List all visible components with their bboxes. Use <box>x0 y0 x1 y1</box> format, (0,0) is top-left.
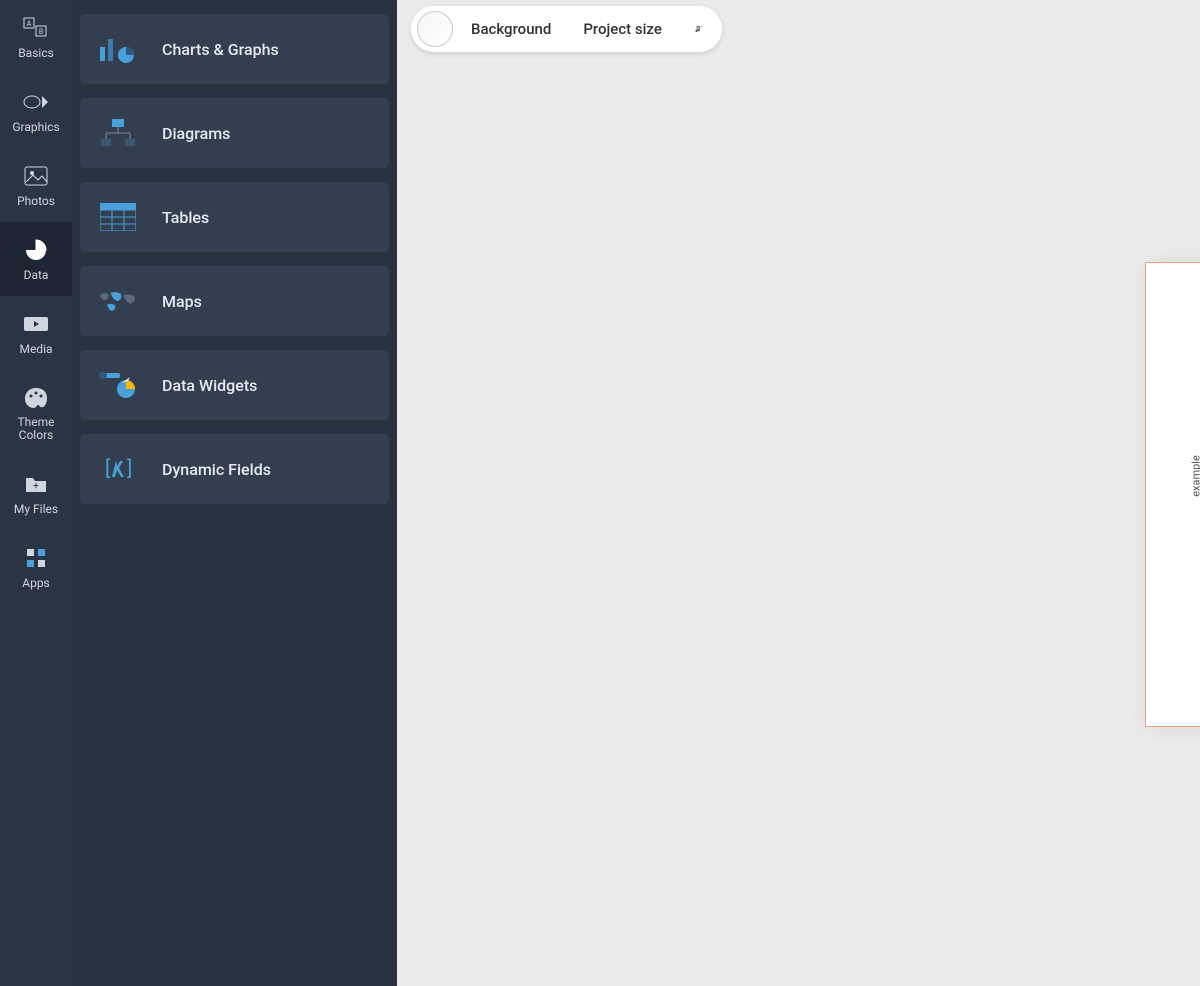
nav-my-files[interactable]: + My Files <box>0 456 72 530</box>
panel-data-widgets[interactable]: Data Widgets <box>80 350 389 420</box>
nav-graphics[interactable]: Graphics <box>0 74 72 148</box>
chart-artboard[interactable]: Test Test example 30 20 10 0 10%10%30% S… <box>1145 262 1200 727</box>
panel-label: Diagrams <box>162 124 230 143</box>
data-icon <box>22 236 50 264</box>
dynamic-icon: [] <box>98 449 138 489</box>
canvas[interactable]: Background Project size + Test Test exam… <box>397 0 1200 986</box>
primary-nav: AB Basics Graphics Photos Data Media The… <box>0 0 72 986</box>
background-color-swatch[interactable] <box>417 11 453 47</box>
svg-text:+: + <box>33 481 39 492</box>
svg-text:A: A <box>27 20 32 28</box>
nav-label: Photos <box>17 194 55 208</box>
map-icon <box>98 281 138 321</box>
svg-text:]: ] <box>127 456 132 480</box>
panel-label: Maps <box>162 292 202 311</box>
photos-icon <box>22 162 50 190</box>
nav-label: Basics <box>18 46 54 60</box>
panel-diagrams[interactable]: Diagrams <box>80 98 389 168</box>
panel-tables[interactable]: Tables <box>80 182 389 252</box>
nav-label: Apps <box>22 576 50 590</box>
chart-icon <box>98 29 138 69</box>
apps-icon <box>22 544 50 572</box>
nav-media[interactable]: Media <box>0 296 72 370</box>
table-icon <box>98 197 138 237</box>
animate-button[interactable]: + <box>680 11 716 47</box>
nav-label: Data <box>24 268 49 282</box>
nav-label: Media <box>19 342 52 356</box>
panel-charts-graphs[interactable]: Charts & Graphs <box>80 14 389 84</box>
panel-label: Charts & Graphs <box>162 40 279 59</box>
panel-label: Tables <box>162 208 209 227</box>
basics-icon: AB <box>22 14 50 42</box>
nav-label: Graphics <box>12 120 59 134</box>
panel-label: Dynamic Fields <box>162 460 271 479</box>
nav-label: Theme Colors <box>0 416 72 442</box>
panel-maps[interactable]: Maps <box>80 266 389 336</box>
palette-icon <box>22 384 50 412</box>
canvas-toolbar: Background Project size + <box>411 6 722 52</box>
panel-label: Data Widgets <box>162 376 257 395</box>
media-icon <box>22 310 50 338</box>
svg-text:+: + <box>700 24 702 28</box>
nav-photos[interactable]: Photos <box>0 148 72 222</box>
graphics-icon <box>22 88 50 116</box>
background-button[interactable]: Background <box>457 12 565 46</box>
project-size-button[interactable]: Project size <box>569 12 676 46</box>
music-note-icon: + <box>694 20 702 38</box>
nav-basics[interactable]: AB Basics <box>0 0 72 74</box>
nav-label: My Files <box>14 502 58 516</box>
nav-apps[interactable]: Apps <box>0 530 72 604</box>
widget-icon <box>98 365 138 405</box>
files-icon: + <box>22 470 50 498</box>
nav-data[interactable]: Data <box>0 222 72 296</box>
svg-text:B: B <box>39 28 43 36</box>
diagram-icon <box>98 113 138 153</box>
svg-text:[: [ <box>105 456 111 480</box>
secondary-panel: Charts & Graphs Diagrams Tables Maps Dat… <box>72 0 397 986</box>
panel-dynamic-fields[interactable]: [] Dynamic Fields <box>80 434 389 504</box>
y-axis-label: example <box>1190 455 1200 497</box>
nav-theme-colors[interactable]: Theme Colors <box>0 370 72 456</box>
